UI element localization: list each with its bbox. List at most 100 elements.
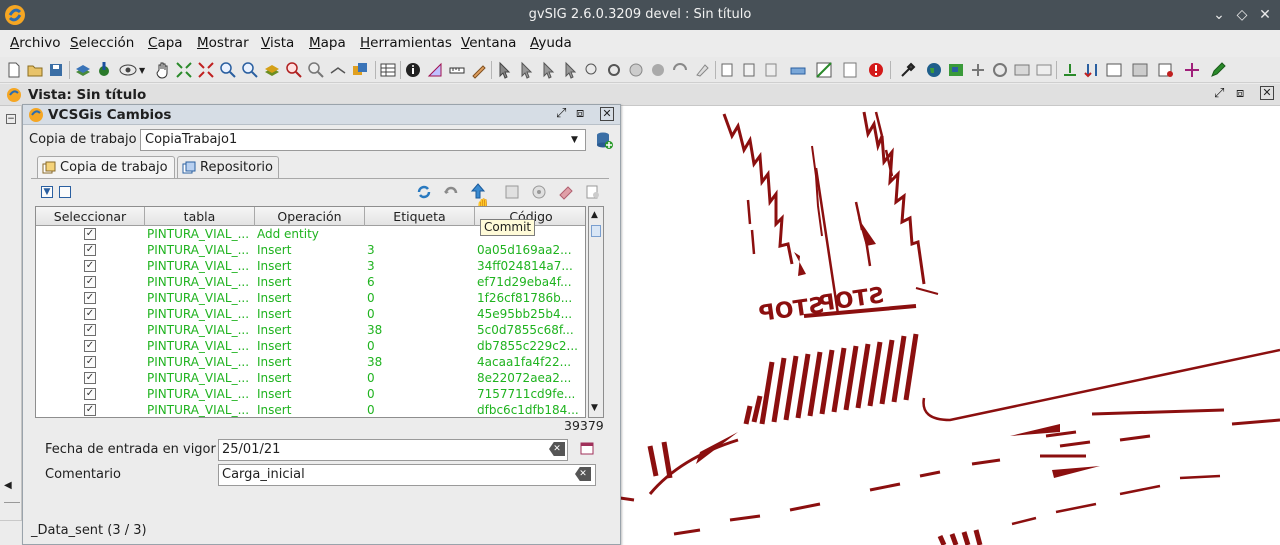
tools-icon[interactable] — [898, 60, 918, 80]
zoom-changes-icon[interactable] — [503, 183, 521, 201]
measure-area-icon[interactable] — [425, 60, 445, 80]
row-select-checkbox[interactable]: ✓ — [84, 308, 96, 320]
column-header-operacion[interactable]: Operación — [255, 207, 365, 226]
table-row[interactable]: ✓ PINTURA_VIAL_... Insert 3 34ff024814a7... — [36, 258, 585, 274]
menu-archivo[interactable]: Archivo — [10, 35, 60, 51]
raster-icon[interactable] — [946, 60, 966, 80]
zoom-extent-icon[interactable] — [196, 60, 216, 80]
row-select-checkbox[interactable]: ✓ — [84, 260, 96, 272]
view-maximize-icon[interactable]: ⧈ — [1236, 86, 1244, 101]
select-buffer-icon[interactable] — [626, 60, 646, 80]
table-row[interactable]: ✓ PINTURA_VIAL_... Insert 38 5c0d7855c68f... — [36, 322, 585, 338]
clear-comment-icon[interactable]: ✕ — [575, 467, 591, 481]
sort-icon[interactable] — [1082, 60, 1102, 80]
panel-maximize-icon[interactable]: ⧈ — [576, 106, 584, 121]
table-row[interactable]: ✓ PINTURA_VIAL_... Insert 0 dfbc6c1dfb184... — [36, 402, 585, 417]
zoom-out-icon[interactable] — [240, 60, 260, 80]
table-row[interactable]: ✓ PINTURA_VIAL_... Insert 0 7157711cd9fe... — [36, 386, 585, 402]
clear-selection-icon[interactable] — [692, 60, 712, 80]
center-changes-icon[interactable] — [530, 183, 548, 201]
column-header-etiqueta[interactable]: Etiqueta — [365, 207, 475, 226]
table-row[interactable]: ✓ PINTURA_VIAL_... Insert 0 8e22072aea2... — [36, 370, 585, 386]
zoom-select-icon[interactable] — [284, 60, 304, 80]
dropdown-arrow-icon[interactable]: ▼ — [139, 66, 145, 75]
paste-layer-icon[interactable] — [740, 60, 760, 80]
reproject-icon[interactable] — [990, 60, 1010, 80]
select-polygon-icon[interactable] — [538, 60, 558, 80]
select-layer-icon[interactable] — [648, 60, 668, 80]
scrollbar-thumb[interactable] — [591, 225, 601, 237]
row-select-checkbox[interactable]: ✓ — [84, 324, 96, 336]
table-row[interactable]: ✓ PINTURA_VIAL_... Insert 3 0a05d169aa2... — [36, 242, 585, 258]
raster-tools-icon[interactable] — [1012, 60, 1032, 80]
row-select-checkbox[interactable]: ✓ — [84, 244, 96, 256]
table-vertical-scrollbar[interactable]: ▲ ▼ — [588, 206, 604, 418]
view-unmaximize-icon[interactable]: ⤢ — [1214, 86, 1224, 101]
select-none-checkbox[interactable] — [59, 186, 71, 198]
table-row[interactable]: ✓ PINTURA_VIAL_... Insert 0 1f26cf81786b... — [36, 290, 585, 306]
measure-distance-icon[interactable] — [447, 60, 467, 80]
transform-icon[interactable] — [968, 60, 988, 80]
clear-date-icon[interactable]: ✕ — [549, 442, 565, 456]
new-document-icon[interactable] — [4, 60, 24, 80]
invert-selection-icon[interactable] — [670, 60, 690, 80]
select-circle-icon[interactable] — [582, 60, 602, 80]
scroll-up-icon[interactable]: ▲ — [591, 210, 598, 220]
select-polyline-icon[interactable] — [560, 60, 580, 80]
georeference-icon[interactable] — [788, 60, 808, 80]
open-folder-icon[interactable] — [25, 60, 45, 80]
table-icon[interactable] — [378, 60, 398, 80]
tab-repositorio[interactable]: Repositorio — [177, 156, 279, 178]
save-icon[interactable] — [46, 60, 66, 80]
maximize-icon[interactable]: ◇ — [1233, 6, 1251, 24]
menu-vista[interactable]: Vista — [261, 35, 294, 51]
pan-hand-icon[interactable] — [153, 60, 173, 80]
table-row[interactable]: ✓ PINTURA_VIAL_... Insert 38 4acaa1fa4f22... — [36, 354, 585, 370]
select-rect-icon[interactable] — [516, 60, 536, 80]
map-canvas[interactable]: STOP STOP — [620, 106, 1280, 545]
document-view-icon[interactable] — [840, 60, 860, 80]
menu-ventana[interactable]: Ventana — [461, 35, 516, 51]
refresh-icon[interactable] — [415, 183, 433, 201]
grid-tool-icon[interactable] — [814, 60, 834, 80]
menu-capa[interactable]: Capa — [148, 35, 183, 51]
date-field[interactable]: 25/01/21 ✕ — [218, 439, 568, 461]
edit-table-icon[interactable] — [1104, 60, 1124, 80]
row-select-checkbox[interactable]: ✓ — [84, 372, 96, 384]
close-icon[interactable]: ✕ — [1256, 6, 1274, 24]
export-changes-icon[interactable] — [584, 183, 602, 201]
print-layout-icon[interactable] — [1156, 60, 1176, 80]
view-close-icon[interactable]: ✕ — [1260, 86, 1274, 100]
table-row[interactable]: ✓ PINTURA_VIAL_... Insert 0 45e95bb25b4... — [36, 306, 585, 322]
crosshair-icon[interactable] — [1182, 60, 1202, 80]
scroll-down-icon[interactable]: ▼ — [591, 403, 598, 413]
zoom-full-icon[interactable] — [174, 60, 194, 80]
menu-ayuda[interactable]: Ayuda — [530, 35, 572, 51]
row-select-checkbox[interactable]: ✓ — [84, 228, 96, 240]
cut-layer-icon[interactable] — [762, 60, 782, 80]
visibility-icon[interactable] — [118, 60, 138, 80]
table-row[interactable]: ✓ PINTURA_VIAL_... Insert 0 db7855c229c2... — [36, 338, 585, 354]
settings-panel-icon[interactable] — [1130, 60, 1150, 80]
hyperlink-icon[interactable] — [469, 60, 489, 80]
column-header-tabla[interactable]: tabla — [145, 207, 255, 226]
copy-layer-icon[interactable] — [718, 60, 738, 80]
working-copy-select[interactable]: CopiaTrabajo1 ▼ — [140, 129, 586, 151]
error-icon[interactable] — [866, 60, 886, 80]
minimize-icon[interactable]: ⌄ — [1210, 6, 1228, 24]
panel-restore-icon[interactable]: ⤢ — [556, 106, 566, 121]
image-icon[interactable] — [1034, 60, 1054, 80]
locator-icon[interactable] — [350, 60, 370, 80]
column-header-seleccionar[interactable]: Seleccionar — [36, 207, 145, 226]
select-pointer-icon[interactable] — [494, 60, 514, 80]
add-layer-icon[interactable] — [73, 60, 93, 80]
load-layer-icon[interactable] — [94, 60, 114, 80]
add-vertex-icon[interactable] — [1060, 60, 1080, 80]
row-select-checkbox[interactable]: ✓ — [84, 340, 96, 352]
menu-seleccion[interactable]: Selección — [70, 35, 134, 51]
row-select-checkbox[interactable]: ✓ — [84, 404, 96, 416]
comment-field[interactable]: Carga_inicial ✕ — [218, 464, 596, 486]
zoom-layer-icon[interactable] — [262, 60, 282, 80]
row-select-checkbox[interactable]: ✓ — [84, 276, 96, 288]
menu-mapa[interactable]: Mapa — [309, 35, 346, 51]
